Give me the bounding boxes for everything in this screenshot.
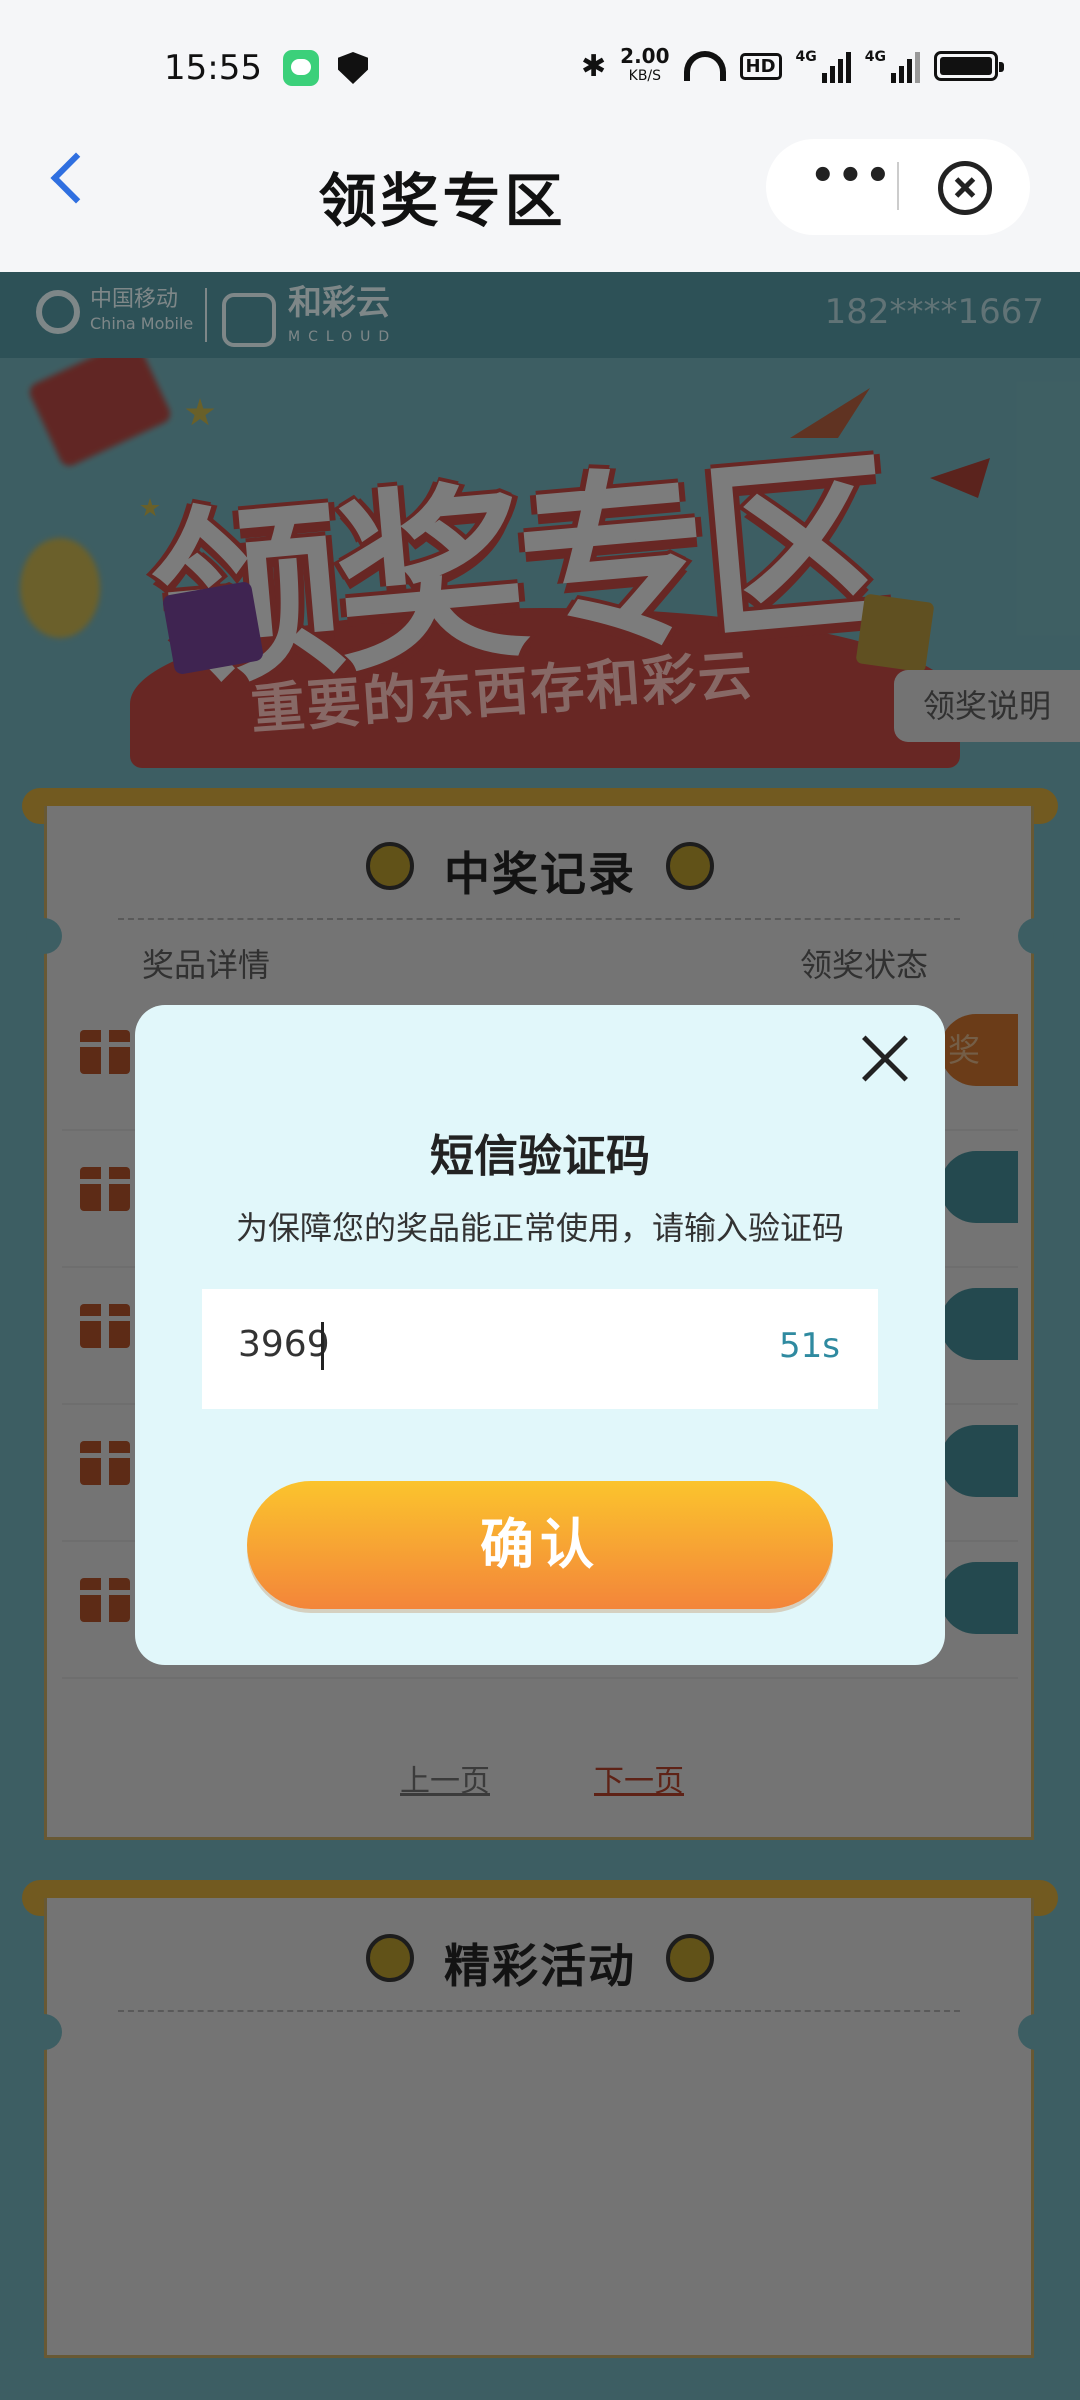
network-speed-value: 2.00 (620, 44, 670, 68)
status-bar: 15:55 ✱ 2.00 KB/S HD 4G 4G (0, 0, 1080, 136)
dialog-subtitle: 为保障您的奖品能正常使用，请输入验证码 (235, 1209, 844, 1247)
signal-label-2: 4G (864, 49, 886, 65)
signal-icon-1: 4G (796, 49, 851, 83)
status-indicators: ✱ 2.00 KB/S HD 4G 4G (581, 46, 1004, 86)
close-miniapp-icon[interactable] (938, 161, 992, 215)
resend-countdown: 51s (779, 1326, 840, 1366)
confirm-button[interactable]: 确认 (247, 1481, 833, 1609)
signal-label-1: 4G (795, 49, 817, 65)
page-title: 领奖专区 (318, 167, 567, 235)
shield-icon (338, 52, 368, 84)
network-speed: 2.00 KB/S (620, 46, 669, 86)
more-button[interactable]: ••• (810, 153, 891, 199)
network-speed-unit: KB/S (628, 68, 662, 84)
wifi-icon (683, 51, 726, 81)
status-time: 15:55 (164, 48, 262, 88)
hd-voice-icon: HD (739, 52, 782, 80)
bluetooth-icon: ✱ (581, 48, 607, 84)
signal-icon-2: 4G (865, 49, 920, 83)
battery-icon (934, 51, 1004, 81)
capsule-divider (897, 162, 899, 210)
dialog-title: 短信验证码 (430, 1131, 650, 1182)
verification-code-value: 3969 (238, 1324, 330, 1365)
text-cursor (321, 1322, 324, 1370)
close-icon[interactable] (861, 1035, 909, 1083)
chat-notification-icon (283, 50, 319, 86)
